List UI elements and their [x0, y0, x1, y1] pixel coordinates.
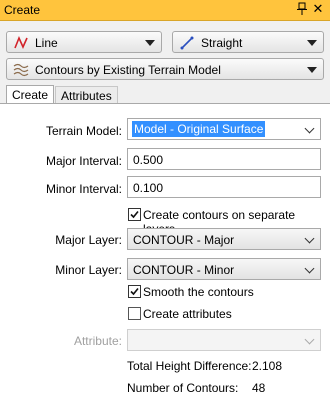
major-layer-label: Major Layer: [55, 233, 122, 247]
line-type-label: Line [35, 36, 58, 50]
line-zigzag-icon [13, 35, 29, 51]
chevron-down-icon [307, 67, 317, 73]
create-mode-dropdown[interactable]: Contours by Existing Terrain Model [6, 58, 324, 80]
smooth-label[interactable]: Smooth the contours [143, 285, 254, 299]
major-layer-value: CONTOUR - Major [133, 233, 235, 247]
tab-strip: Create Attributes [0, 85, 330, 104]
major-interval-input[interactable]: 0.500 [127, 148, 321, 170]
terrain-model-label: Terrain Model: [45, 124, 122, 138]
terrain-model-value: Model - Original Surface [132, 121, 266, 137]
chevron-down-icon [307, 40, 317, 46]
minor-interval-label: Minor Interval: [45, 182, 122, 196]
segment-type-dropdown[interactable]: Straight [172, 31, 324, 53]
chevron-down-icon [304, 123, 315, 134]
terrain-model-select[interactable]: Model - Original Surface [127, 118, 321, 140]
pin-icon[interactable] [296, 1, 308, 17]
minor-layer-label: Minor Layer: [55, 263, 122, 277]
attribute-label: Attribute: [73, 334, 122, 348]
checkmark-icon [130, 287, 139, 296]
smooth-checkbox[interactable] [128, 285, 141, 298]
total-height-difference-label: Total Height Difference: [127, 359, 252, 373]
major-interval-value: 0.500 [133, 153, 164, 167]
chevron-down-icon [304, 263, 315, 274]
minor-interval-input[interactable]: 0.100 [127, 176, 321, 198]
minor-layer-select[interactable]: CONTOUR - Minor [127, 258, 321, 280]
attribute-select[interactable] [127, 329, 321, 351]
tab-attributes-label: Attributes [61, 89, 112, 103]
total-height-difference-value: 2.108 [252, 359, 283, 373]
line-type-dropdown[interactable]: Line [6, 31, 162, 53]
number-of-contours-value: 48 [252, 381, 266, 395]
checkmark-icon [130, 210, 139, 219]
straight-line-icon [179, 35, 195, 51]
panel-titlebar: Create ✕ [0, 0, 330, 21]
create-attributes-label[interactable]: Create attributes [143, 307, 232, 321]
number-of-contours-label: Number of Contours: [127, 381, 239, 395]
tab-attributes[interactable]: Attributes [55, 86, 118, 103]
tab-create-label: Create [12, 88, 49, 102]
major-interval-label: Major Interval: [45, 154, 122, 168]
create-attributes-checkbox[interactable] [128, 307, 141, 320]
chevron-down-icon [304, 233, 315, 244]
contours-icon [13, 62, 29, 78]
minor-interval-value: 0.100 [133, 181, 164, 195]
chevron-down-icon [145, 40, 155, 46]
tab-create[interactable]: Create [6, 85, 55, 104]
panel-title: Create [4, 3, 41, 17]
separate-layers-checkbox[interactable] [128, 208, 141, 221]
segment-type-label: Straight [201, 36, 243, 50]
chevron-down-icon [304, 334, 315, 345]
create-mode-label: Contours by Existing Terrain Model [35, 63, 221, 77]
close-icon[interactable]: ✕ [312, 2, 324, 16]
minor-layer-value: CONTOUR - Minor [133, 263, 235, 277]
create-tab-panel: Terrain Model: Model - Original Surface … [0, 103, 330, 404]
major-layer-select[interactable]: CONTOUR - Major [127, 228, 321, 250]
